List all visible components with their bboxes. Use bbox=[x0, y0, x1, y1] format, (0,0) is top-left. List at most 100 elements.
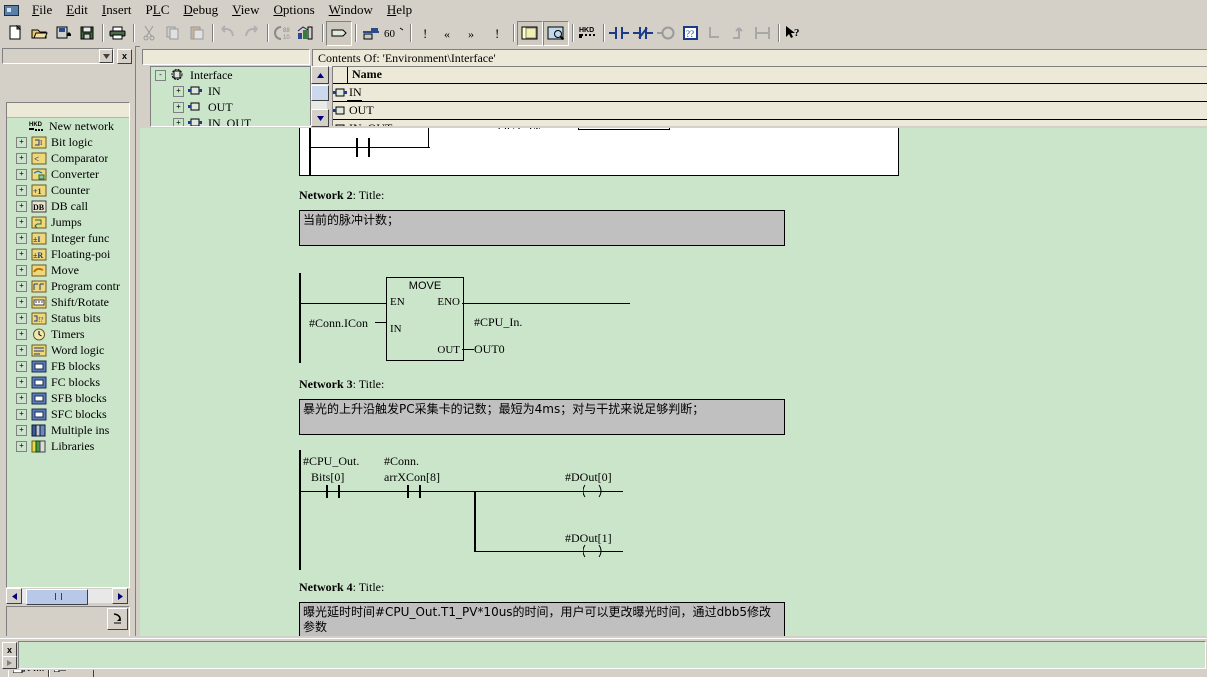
undo-button[interactable] bbox=[216, 22, 240, 45]
interface-tree-item-in_out[interactable]: + IN_OUT bbox=[151, 115, 326, 126]
catalog-item-floating-poi[interactable]: + ±R Floating-poi bbox=[7, 246, 129, 262]
copy-button[interactable] bbox=[161, 22, 185, 45]
monitor-chart-button[interactable] bbox=[295, 22, 319, 45]
interface-tree-item-in[interactable]: + IN bbox=[151, 83, 326, 99]
table-row[interactable]: IN bbox=[333, 84, 1207, 102]
output-text-field[interactable] bbox=[18, 641, 1206, 669]
expand-plus-icon[interactable]: + bbox=[16, 136, 27, 148]
normally-open-contact-button[interactable] bbox=[607, 22, 631, 45]
table-row[interactable]: IN_OUT bbox=[333, 120, 1207, 126]
save-button[interactable] bbox=[75, 22, 99, 45]
open-folder-button[interactable] bbox=[27, 22, 51, 45]
printer-button[interactable] bbox=[106, 22, 130, 45]
network-view-button[interactable] bbox=[517, 20, 543, 46]
expand-plus-icon[interactable]: + bbox=[16, 360, 27, 372]
catalog-item-timers[interactable]: + Timers bbox=[7, 326, 129, 342]
zoom-60-button[interactable]: 60 bbox=[383, 22, 407, 45]
catalog-item-comparator[interactable]: + < Comparator bbox=[7, 150, 129, 166]
normally-closed-contact-button[interactable] bbox=[631, 22, 655, 45]
context-help-button[interactable]: ? bbox=[782, 22, 806, 45]
menu-item-debug[interactable]: Debug bbox=[176, 1, 225, 19]
expand-plus-icon[interactable]: + bbox=[16, 328, 27, 340]
parallel-branch-button[interactable] bbox=[751, 22, 775, 45]
menu-item-edit[interactable]: Edit bbox=[59, 1, 95, 19]
catalog-item-db-call[interactable]: + DB DB call bbox=[7, 198, 129, 214]
empty-box-button[interactable]: ?? bbox=[679, 22, 703, 45]
symbol-table-button[interactable] bbox=[326, 20, 352, 46]
download-to-cpu-button[interactable] bbox=[359, 22, 383, 45]
expand-plus-icon[interactable]: + bbox=[16, 312, 27, 324]
new-file-button[interactable] bbox=[3, 22, 27, 45]
catalog-item-jumps[interactable]: + Jumps bbox=[7, 214, 129, 230]
scroll-thumb[interactable] bbox=[26, 589, 88, 605]
interface-tree-item-out[interactable]: + OUT bbox=[151, 99, 326, 115]
move-out-operand-line1[interactable]: #CPU_In. bbox=[474, 315, 522, 330]
jump-to-icon[interactable] bbox=[107, 608, 128, 630]
contact-1-label-line1[interactable]: #CPU_Out. bbox=[303, 454, 359, 469]
expand-plus-icon[interactable]: + bbox=[16, 440, 27, 452]
catalog-item-fc-blocks[interactable]: + FC blocks bbox=[7, 374, 129, 390]
expand-plus-icon[interactable]: + bbox=[16, 344, 27, 356]
ladder-editor-canvas[interactable]: OUT_IN Network 2: Title: 当前的脉冲计数； MOVE E… bbox=[140, 128, 1207, 636]
catalog-item-shift-rotate[interactable]: + Shift/Rotate bbox=[7, 294, 129, 310]
catalog-horizontal-scrollbar[interactable] bbox=[6, 588, 128, 605]
catalog-item-move[interactable]: + Move bbox=[7, 262, 129, 278]
expand-plus-icon[interactable]: + bbox=[173, 117, 184, 126]
triangle-right-icon[interactable] bbox=[2, 656, 17, 669]
contact-2-label-line2[interactable]: arrXCon[8] bbox=[384, 470, 440, 485]
catalog-item-new-network[interactable]: HKD New network bbox=[7, 118, 129, 134]
network-3-comment[interactable]: 暴光的上升沿触发PC采集卡的记数；最短为4ms；对与干扰来说足够判断； bbox=[299, 399, 785, 435]
expand-plus-icon[interactable]: + bbox=[16, 408, 27, 420]
catalog-item-program-contr[interactable]: + Program contr bbox=[7, 278, 129, 294]
prev-error-button[interactable]: « bbox=[438, 22, 462, 45]
interface-detail-list[interactable]: Name IN OUT IN_OUT bbox=[332, 66, 1207, 126]
contact-2-label-line1[interactable]: #Conn. bbox=[384, 454, 419, 469]
interface-tree-item-interface[interactable]: - Interface bbox=[151, 67, 326, 83]
coil-1-symbol[interactable] bbox=[582, 484, 603, 502]
expand-plus-icon[interactable]: + bbox=[16, 264, 27, 276]
last-error-button[interactable]: ! bbox=[486, 22, 510, 45]
expand-plus-icon[interactable]: + bbox=[16, 168, 27, 180]
catalog-item-converter[interactable]: + Converter bbox=[7, 166, 129, 182]
network-2-body[interactable]: MOVE EN ENO IN OUT #Conn.ICon #CPU_In. O… bbox=[299, 273, 899, 363]
catalog-item-counter[interactable]: + +1 Counter bbox=[7, 182, 129, 198]
interface-tree[interactable]: - Interface + IN + OUT + IN_OUT bbox=[150, 66, 327, 127]
scroll-left-button[interactable] bbox=[6, 588, 22, 604]
download-plc-button[interactable]: 88 10 bbox=[271, 22, 295, 45]
scroll-up-button[interactable] bbox=[311, 66, 329, 84]
scroll-right-button[interactable] bbox=[112, 588, 128, 604]
table-row[interactable]: OUT bbox=[333, 102, 1207, 120]
scroll-thumb[interactable] bbox=[311, 85, 329, 101]
expand-plus-icon[interactable]: + bbox=[16, 248, 27, 260]
expand-plus-icon[interactable]: + bbox=[16, 296, 27, 308]
close-output-button[interactable]: x bbox=[2, 642, 17, 657]
expand-plus-icon[interactable]: + bbox=[16, 152, 27, 164]
insert-new-network-button[interactable]: HKD bbox=[576, 22, 600, 45]
branch-close-button[interactable] bbox=[727, 22, 751, 45]
paste-button[interactable] bbox=[185, 22, 209, 45]
network-4-comment[interactable]: 曝光延时时间#CPU_Out.T1_PV*10us的时间，用户可以更改曝光时间，… bbox=[299, 602, 785, 636]
scroll-track[interactable] bbox=[22, 589, 112, 605]
expand-plus-icon[interactable]: + bbox=[173, 101, 184, 113]
catalog-item-libraries[interactable]: + Libraries bbox=[7, 438, 129, 454]
menu-item-options[interactable]: Options bbox=[266, 1, 321, 19]
move-out-operand-line2[interactable]: OUT0 bbox=[474, 342, 505, 357]
contact-1-label-line2[interactable]: Bits[0] bbox=[311, 470, 344, 485]
menu-item-plc[interactable]: PLC bbox=[139, 1, 177, 19]
catalog-item-sfc-blocks[interactable]: + SFC blocks bbox=[7, 406, 129, 422]
catalog-item-word-logic[interactable]: + Word logic bbox=[7, 342, 129, 358]
output-coil-button[interactable] bbox=[655, 22, 679, 45]
network-3-body[interactable]: #CPU_Out. Bits[0] #Conn. arrXCon[8] #DOu… bbox=[299, 450, 899, 570]
menu-item-help[interactable]: Help bbox=[380, 1, 419, 19]
coil-1-label[interactable]: #DOut[0] bbox=[565, 470, 612, 485]
network-overview-button[interactable] bbox=[543, 20, 569, 46]
scroll-down-button[interactable] bbox=[311, 109, 329, 127]
catalog-item-bit-logic[interactable]: + I Bit logic bbox=[7, 134, 129, 150]
catalog-item-integer-func[interactable]: + ±I Integer func bbox=[7, 230, 129, 246]
expand-plus-icon[interactable]: + bbox=[16, 200, 27, 212]
expand-plus-icon[interactable]: + bbox=[173, 85, 184, 97]
expand-plus-icon[interactable]: + bbox=[16, 216, 27, 228]
expand-plus-icon[interactable]: + bbox=[16, 184, 27, 196]
expand-plus-icon[interactable]: + bbox=[16, 424, 27, 436]
collapse-minus-icon[interactable]: - bbox=[155, 69, 166, 81]
